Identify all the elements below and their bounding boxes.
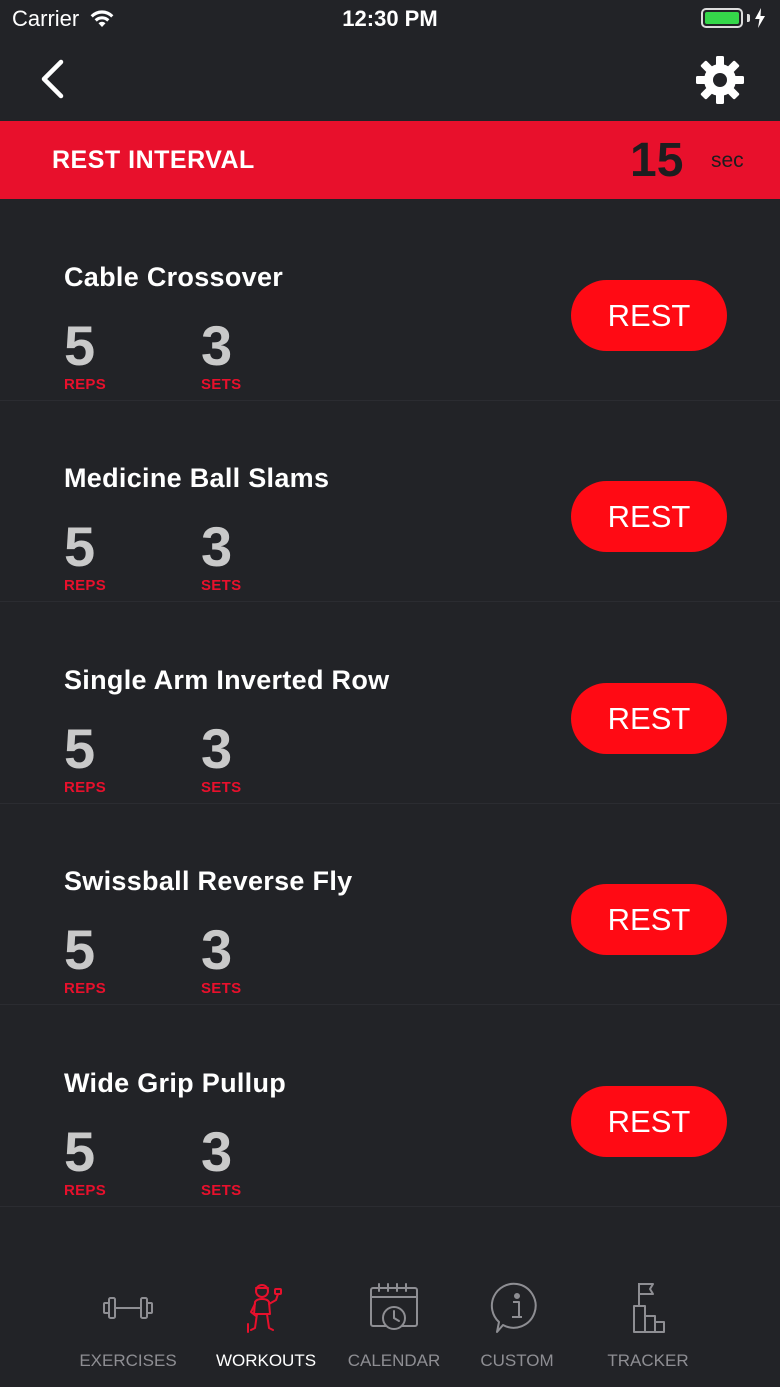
rest-interval-unit: sec xyxy=(711,149,744,172)
exercise-name: Single Arm Inverted Row xyxy=(64,665,390,695)
flag-podium-icon xyxy=(633,1283,665,1333)
exercise-row[interactable]: Cable Crossover 5 REPS 3 SETS REST xyxy=(0,200,780,401)
exercise-name: Cable Crossover xyxy=(64,262,284,292)
reps-stat: 5 REPS xyxy=(64,1120,107,1200)
reps-value: 5 xyxy=(64,918,96,981)
gear-icon xyxy=(696,56,744,104)
reps-label: REPS xyxy=(64,980,107,997)
exercise-row[interactable]: Single Arm Inverted Row 5 REPS 3 SETS RE… xyxy=(0,603,780,804)
reps-label: REPS xyxy=(64,1182,107,1199)
settings-button[interactable] xyxy=(694,54,746,106)
reps-label: REPS xyxy=(64,376,107,393)
rest-button[interactable]: REST xyxy=(571,1086,727,1157)
info-bubble-icon xyxy=(490,1282,537,1333)
exercise-row[interactable]: Medicine Ball Slams 5 REPS 3 SETS REST xyxy=(0,401,780,602)
sets-value: 3 xyxy=(201,918,233,981)
rest-button[interactable]: REST xyxy=(571,280,727,351)
tab-label: TRACKER xyxy=(607,1351,689,1370)
charging-bolt-icon xyxy=(755,8,765,28)
tab-label: EXERCISES xyxy=(79,1351,177,1370)
rest-interval-value: 15 xyxy=(630,134,684,187)
sets-value: 3 xyxy=(201,717,233,780)
sets-value: 3 xyxy=(201,314,233,377)
exercise-row[interactable]: Wide Grip Pullup 5 REPS 3 SETS REST xyxy=(0,1006,780,1207)
exercise-name: Medicine Ball Slams xyxy=(64,463,330,493)
battery-icon xyxy=(701,8,766,28)
sets-stat: 3 SETS xyxy=(201,1120,242,1200)
rest-button[interactable]: REST xyxy=(571,884,727,955)
sets-value: 3 xyxy=(201,1120,233,1183)
tab-custom[interactable]: CUSTOM xyxy=(442,1262,592,1387)
reps-stat: 5 REPS xyxy=(64,314,107,394)
sets-label: SETS xyxy=(201,779,242,796)
sets-label: SETS xyxy=(201,980,242,997)
rest-button[interactable]: REST xyxy=(571,481,727,552)
back-button[interactable] xyxy=(30,54,74,104)
rest-interval-banner[interactable]: REST INTERVAL 15 sec xyxy=(0,121,780,199)
dumbbell-icon xyxy=(103,1297,153,1319)
sets-stat: 3 SETS xyxy=(201,717,242,797)
reps-value: 5 xyxy=(64,1120,96,1183)
reps-value: 5 xyxy=(64,314,96,377)
status-time: 12:30 PM xyxy=(342,6,438,31)
navigation-bar xyxy=(0,40,780,120)
tab-label: CUSTOM xyxy=(480,1351,554,1370)
sets-stat: 3 SETS xyxy=(201,314,242,394)
sets-value: 3 xyxy=(201,515,233,578)
status-bar: Carrier 12:30 PM xyxy=(0,0,780,40)
sets-stat: 3 SETS xyxy=(201,515,242,595)
chevron-left-icon xyxy=(41,59,64,99)
tab-bar: EXERCISES WORKOUTS CALENDAR CUSTOM TRACK… xyxy=(0,1262,780,1387)
rest-button[interactable]: REST xyxy=(571,683,727,754)
reps-label: REPS xyxy=(64,779,107,796)
sets-label: SETS xyxy=(201,577,242,594)
person-lifting-icon xyxy=(247,1284,282,1333)
sets-label: SETS xyxy=(201,376,242,393)
exercise-name: Wide Grip Pullup xyxy=(64,1068,287,1098)
sets-stat: 3 SETS xyxy=(201,918,242,998)
exercise-row[interactable]: Swissball Reverse Fly 5 REPS 3 SETS REST xyxy=(0,804,780,1005)
reps-stat: 5 REPS xyxy=(64,515,107,595)
reps-value: 5 xyxy=(64,717,96,780)
rest-interval-label: REST INTERVAL xyxy=(52,146,255,174)
exercise-name: Swissball Reverse Fly xyxy=(64,866,353,896)
reps-stat: 5 REPS xyxy=(64,918,107,998)
reps-value: 5 xyxy=(64,515,96,578)
tab-exercises[interactable]: EXERCISES xyxy=(53,1262,203,1387)
reps-label: REPS xyxy=(64,577,107,594)
sets-label: SETS xyxy=(201,1182,242,1199)
calendar-clock-icon xyxy=(370,1283,418,1330)
tab-tracker[interactable]: TRACKER xyxy=(573,1262,723,1387)
reps-stat: 5 REPS xyxy=(64,717,107,797)
